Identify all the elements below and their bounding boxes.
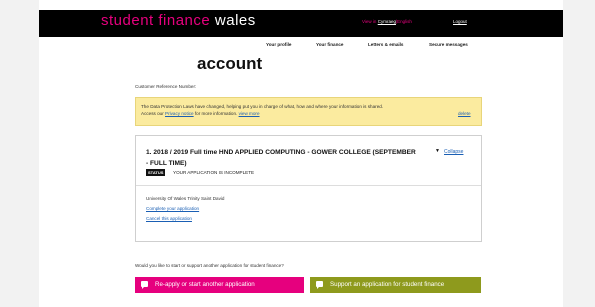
nav-secure-messages[interactable]: Secure messages xyxy=(429,42,468,47)
notice-line-2: Access our Privacy notice for more infor… xyxy=(141,111,260,116)
support-application-button[interactable]: Support an application for student finan… xyxy=(310,277,481,293)
nav-letters-emails[interactable]: Letters & emails xyxy=(368,42,404,47)
divider xyxy=(136,185,481,186)
university-name: University Of Wales Trinity Saint David xyxy=(146,196,225,201)
application-title-cont: - FULL TIME) xyxy=(146,160,187,167)
view-more-link[interactable]: view more xyxy=(239,111,260,116)
notice-line-1: The Data Protection Laws have changed, h… xyxy=(141,104,384,109)
privacy-notice-link[interactable]: Privacy notice xyxy=(165,111,194,116)
speech-bubble-icon xyxy=(316,281,323,289)
reapply-button-label: Re-apply or start another application xyxy=(155,281,255,288)
notice-access-text: Access our xyxy=(141,111,164,116)
delete-notice-link[interactable]: delete xyxy=(458,111,471,116)
status-text: YOUR APPLICATION IS INCOMPLETE xyxy=(173,170,255,175)
lang-view-in: View in xyxy=(362,19,377,24)
speech-bubble-icon xyxy=(141,281,148,289)
data-protection-notice: The Data Protection Laws have changed, h… xyxy=(135,97,482,126)
chevron-down-icon[interactable]: ▼ xyxy=(435,148,440,154)
support-button-label: Support an application for student finan… xyxy=(330,281,445,288)
language-switcher: View in Cymraeg|English xyxy=(362,19,412,24)
another-application-question: Would you like to start or support anoth… xyxy=(135,263,284,268)
page-title: account xyxy=(197,54,263,73)
notice-more-info-text: for more information. xyxy=(194,111,238,116)
logout-link[interactable]: Logout xyxy=(453,19,467,24)
status-badge: STATUS xyxy=(146,169,166,176)
application-title: 1. 2018 / 2019 Full time HND APPLIED COM… xyxy=(146,149,416,156)
lang-cymraeg-link[interactable]: Cymraeg xyxy=(378,19,396,24)
nav-your-finance[interactable]: Your finance xyxy=(316,42,343,47)
nav-your-profile[interactable]: Your profile xyxy=(266,42,291,47)
reapply-button[interactable]: Re-apply or start another application xyxy=(135,277,304,293)
collapse-link[interactable]: Collapse xyxy=(444,149,463,155)
cancel-application-link[interactable]: Cancel this application xyxy=(146,216,192,221)
brand-logo[interactable]: student finance wales xyxy=(101,12,256,29)
lang-english: English xyxy=(397,19,412,24)
brand-student-finance: student finance xyxy=(101,12,211,29)
complete-application-link[interactable]: Complete your application xyxy=(146,206,199,211)
application-card: 1. 2018 / 2019 Full time HND APPLIED COM… xyxy=(135,135,482,242)
brand-wales: wales xyxy=(214,12,256,29)
customer-reference-number: Customer Reference Number: xyxy=(135,84,197,89)
